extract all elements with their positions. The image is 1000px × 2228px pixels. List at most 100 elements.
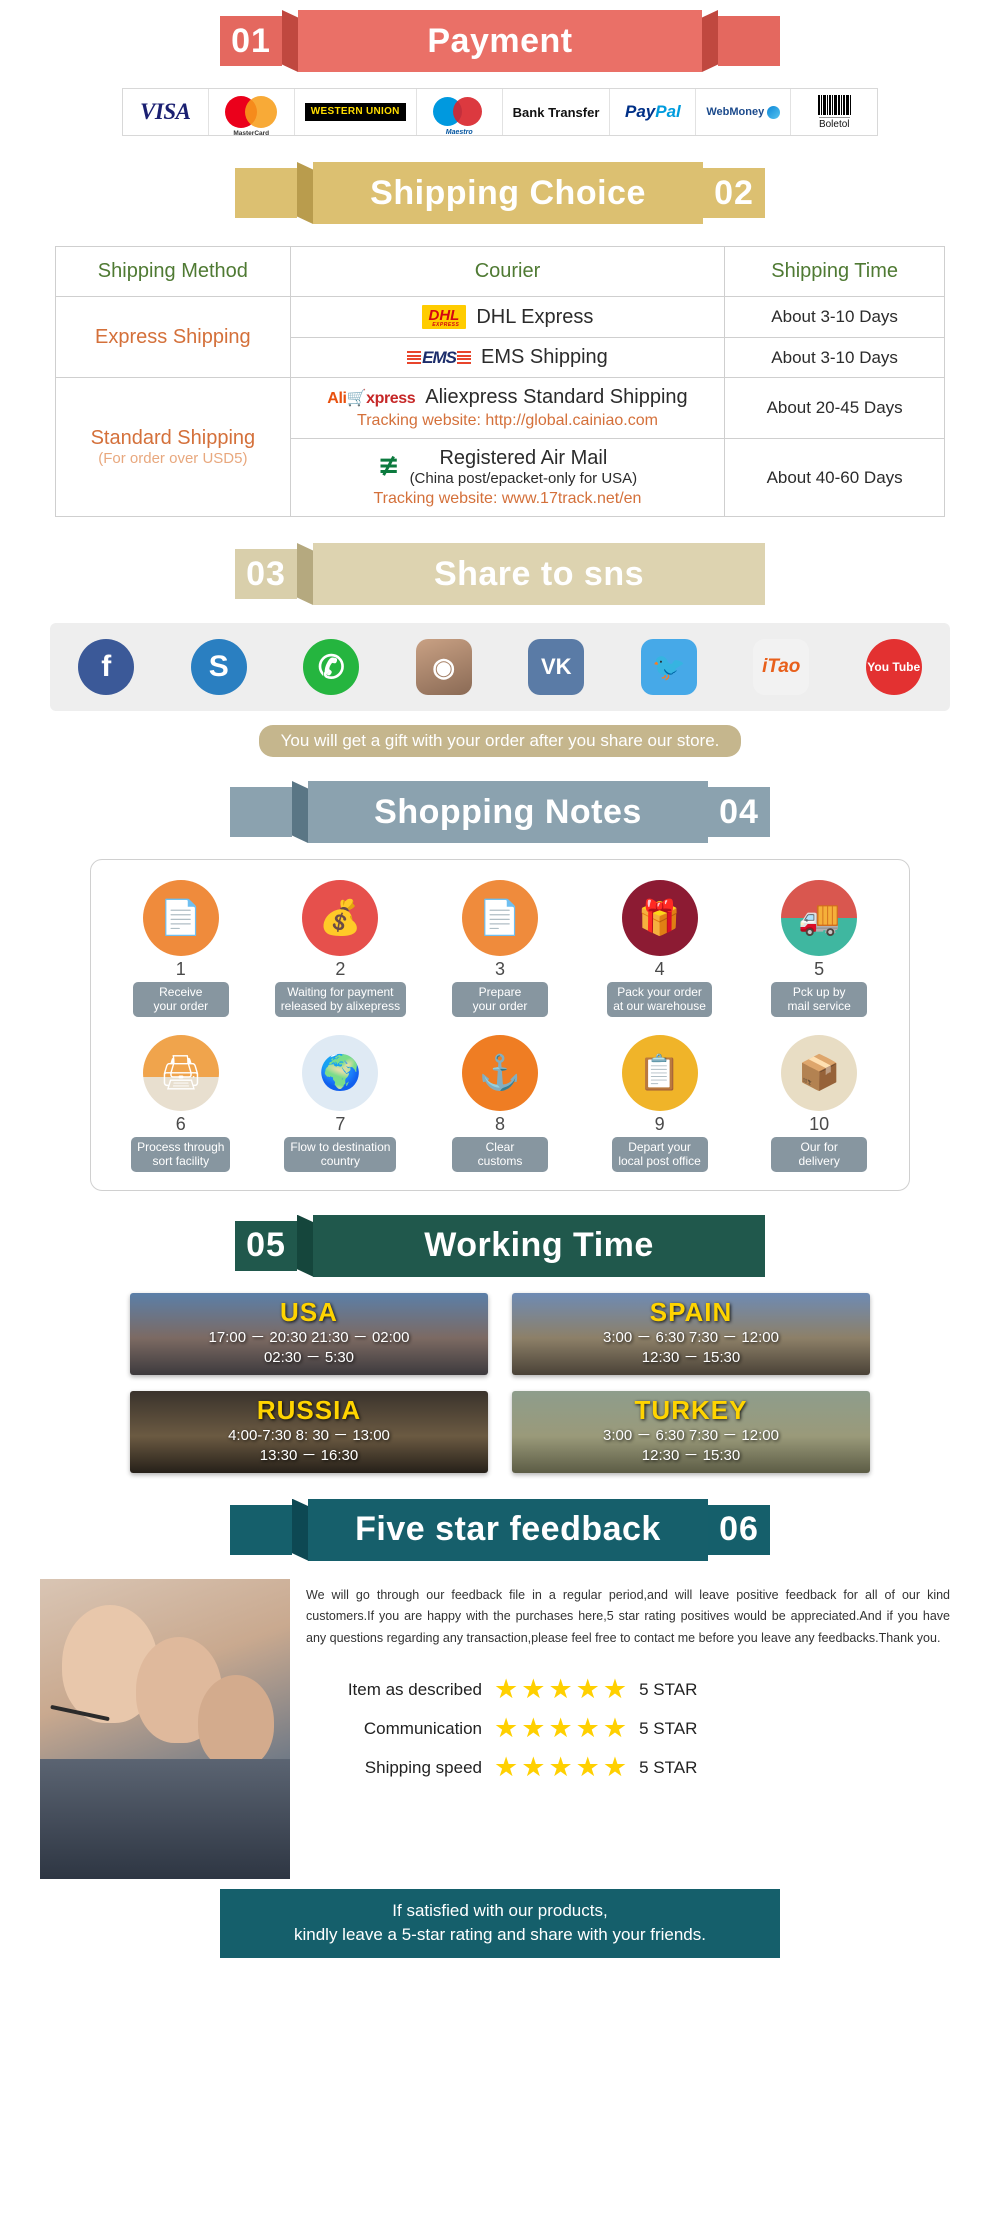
webmoney-label: WebMoney: [706, 106, 765, 118]
maestro-icon: Maestro: [433, 97, 485, 136]
rating-score-shipping: 5 STAR: [639, 1757, 698, 1777]
note-step-9: 📋 9 Depart your local post office: [585, 1034, 735, 1172]
rating-row-communication: Communication ★ ★ ★ ★ ★ 5 STAR: [306, 1715, 960, 1742]
payment-method-visa: VISA: [123, 89, 209, 135]
step-4-number: 4: [654, 959, 665, 979]
ratings-list: Item as described ★ ★ ★ ★ ★ 5 STAR Communica…: [306, 1676, 960, 1781]
paypal-icon: PayPal: [625, 102, 681, 122]
instagram-icon[interactable]: ◉: [415, 639, 472, 695]
time-airmail: About 40-60 Days: [766, 467, 903, 487]
cell-method-standard: Standard Shipping (For order over USD5): [55, 377, 291, 517]
youtube-glyph: You Tube: [867, 659, 921, 674]
cell-time-aliexpress: About 20-45 Days: [724, 377, 945, 439]
ems-icon: EMS: [407, 347, 472, 368]
working-hours-spain: 3:00 － 6:30 7:30 － 12:00 12:30 － 15:30: [603, 1328, 779, 1367]
step-7-number: 7: [335, 1113, 346, 1134]
time-dhl: About 3-10 Days: [771, 307, 898, 326]
ribbon-tail-left: [235, 168, 297, 218]
twitter-icon[interactable]: 🐦: [640, 639, 697, 695]
method-sub-standard: (For order over USD5): [98, 450, 248, 467]
instagram-glyph: ◉: [432, 651, 456, 682]
step-6-glyph: 🖨: [159, 1053, 203, 1092]
rating-row-item-as-described: Item as described ★ ★ ★ ★ ★ 5 STAR: [306, 1676, 960, 1703]
payment-method-paypal: PayPal: [610, 89, 697, 135]
whatsapp-icon[interactable]: ✆: [303, 639, 360, 695]
skype-icon[interactable]: S: [190, 639, 247, 695]
ribbon-fold-left: [292, 1498, 308, 1561]
cell-time-ems: About 3-10 Days: [724, 337, 945, 378]
aliexpress-icon: Ali🛒xpress: [327, 389, 416, 407]
paypal-label-b: Pal: [655, 102, 681, 121]
working-time-ribbon-header: 05 Working Time: [235, 1214, 765, 1277]
itao-icon[interactable]: iTao: [753, 639, 810, 695]
section-feedback: Five star feedback 06 We will go through…: [0, 1498, 1000, 1958]
ribbon-main: Share to sns: [313, 543, 765, 605]
tracking-airmail[interactable]: Tracking website: www.17track.net/en: [297, 490, 719, 508]
time-aliexpress: About 20-45 Days: [766, 398, 903, 417]
ribbon-fold-right: [702, 10, 718, 72]
cell-courier-dhl: DHL EXPRESS DHL Express: [289, 296, 726, 338]
ribbon-fold-left: [282, 10, 298, 72]
youtube-icon[interactable]: You Tube: [865, 639, 922, 695]
postman-icon: 📋: [621, 1034, 698, 1111]
section-shipping: Shipping Choice 02 Shipping Method Couri…: [0, 162, 1000, 517]
visa-icon: VISA: [140, 99, 191, 124]
working-time-section-title: Working Time: [424, 1226, 654, 1265]
courier-name-dhl: DHL Express: [476, 305, 594, 328]
ribbon-tail-left: [230, 787, 292, 837]
feedback-content: We will go through our feedback file in …: [40, 1578, 960, 1879]
cell-time-airmail: About 40-60 Days: [724, 438, 945, 517]
table-header-row: Shipping Method Courier Shipping Time: [55, 246, 945, 297]
cell-courier-ems: EMS EMS Shipping: [289, 337, 726, 378]
facebook-icon[interactable]: f: [78, 639, 135, 695]
shipping-methods-table: Shipping Method Courier Shipping Time Ex…: [55, 246, 945, 517]
working-time-card-turkey: TURKEY 3:00 － 6:30 7:30 － 12:00 12:30 － …: [512, 1390, 870, 1473]
anchor-icon: ⚓: [461, 1034, 538, 1111]
note-step-3: 📄 3 Prepare your order: [425, 880, 575, 1017]
ribbon-main: Five star feedback: [308, 1498, 708, 1561]
ribbon-main: Working Time: [313, 1214, 765, 1277]
ribbon-tail-right: [718, 16, 780, 66]
feedback-ribbon-header: Five star feedback 06: [230, 1498, 770, 1561]
shipping-ribbon-header: Shipping Choice 02: [235, 162, 765, 224]
ribbon-fold-left: [292, 781, 308, 843]
ems-label: EMS: [422, 347, 457, 367]
note-step-7: 🌍 7 Flow to destination country: [265, 1034, 415, 1172]
step-6-label: Process through sort facility: [131, 1136, 231, 1172]
ribbon-fold-left: [297, 543, 313, 605]
twitter-glyph: 🐦: [651, 652, 686, 682]
step-8-glyph: ⚓: [478, 1053, 522, 1092]
tracking-aliexpress[interactable]: Tracking website: http://global.cainiao.…: [297, 412, 719, 430]
notes-row-2: 🖨 6 Process through sort facility 🌍 7 Fl…: [101, 1034, 899, 1172]
notes-ribbon-header: Shopping Notes 04: [230, 781, 770, 843]
section-shopping-notes: Shopping Notes 04 📄 1 Receive your order…: [0, 781, 1000, 1191]
vk-icon[interactable]: VK: [528, 639, 585, 695]
payment-section-number: 01: [231, 21, 271, 60]
note-step-10: 📦 10 Our for delivery: [744, 1034, 894, 1172]
step-8-number: 8: [494, 1113, 505, 1134]
footer-line-2: kindly leave a 5-star rating and share w…: [294, 1925, 706, 1945]
gift-note: You will get a gift with your order afte…: [258, 725, 742, 757]
cell-courier-airmail: ≢ Registered Air Mail (China post/epacke…: [289, 438, 726, 517]
share-section-title: Share to sns: [433, 554, 645, 593]
ribbon-fold-left: [297, 162, 313, 224]
country-name-spain: SPAIN: [649, 1296, 733, 1327]
gift-box-icon: 🎁: [621, 880, 698, 956]
country-name-usa: USA: [280, 1296, 338, 1327]
working-hours-usa: 17:00 － 20:30 21:30 － 02:00 02:30 － 5:30: [208, 1328, 410, 1367]
ribbon-main: Shipping Choice: [313, 162, 703, 224]
step-2-number: 2: [335, 959, 346, 979]
step-6-number: 6: [175, 1113, 186, 1134]
notes-section-number: 04: [719, 792, 759, 831]
method-name-express: Express Shipping: [95, 325, 251, 348]
step-3-number: 3: [494, 959, 505, 979]
step-2-label: Waiting for payment released by alixepre…: [274, 982, 407, 1017]
step-1-number: 1: [175, 959, 186, 979]
dhl-sublabel: EXPRESS: [432, 322, 460, 328]
step-10-number: 10: [809, 1113, 830, 1134]
step-10-glyph: 📦: [798, 1053, 841, 1092]
courier-name-ems: EMS Shipping: [481, 346, 608, 368]
document-hand-icon: 📄: [142, 880, 219, 956]
maestro-label: Maestro: [445, 129, 473, 136]
ribbon-fold-left: [297, 1214, 313, 1277]
